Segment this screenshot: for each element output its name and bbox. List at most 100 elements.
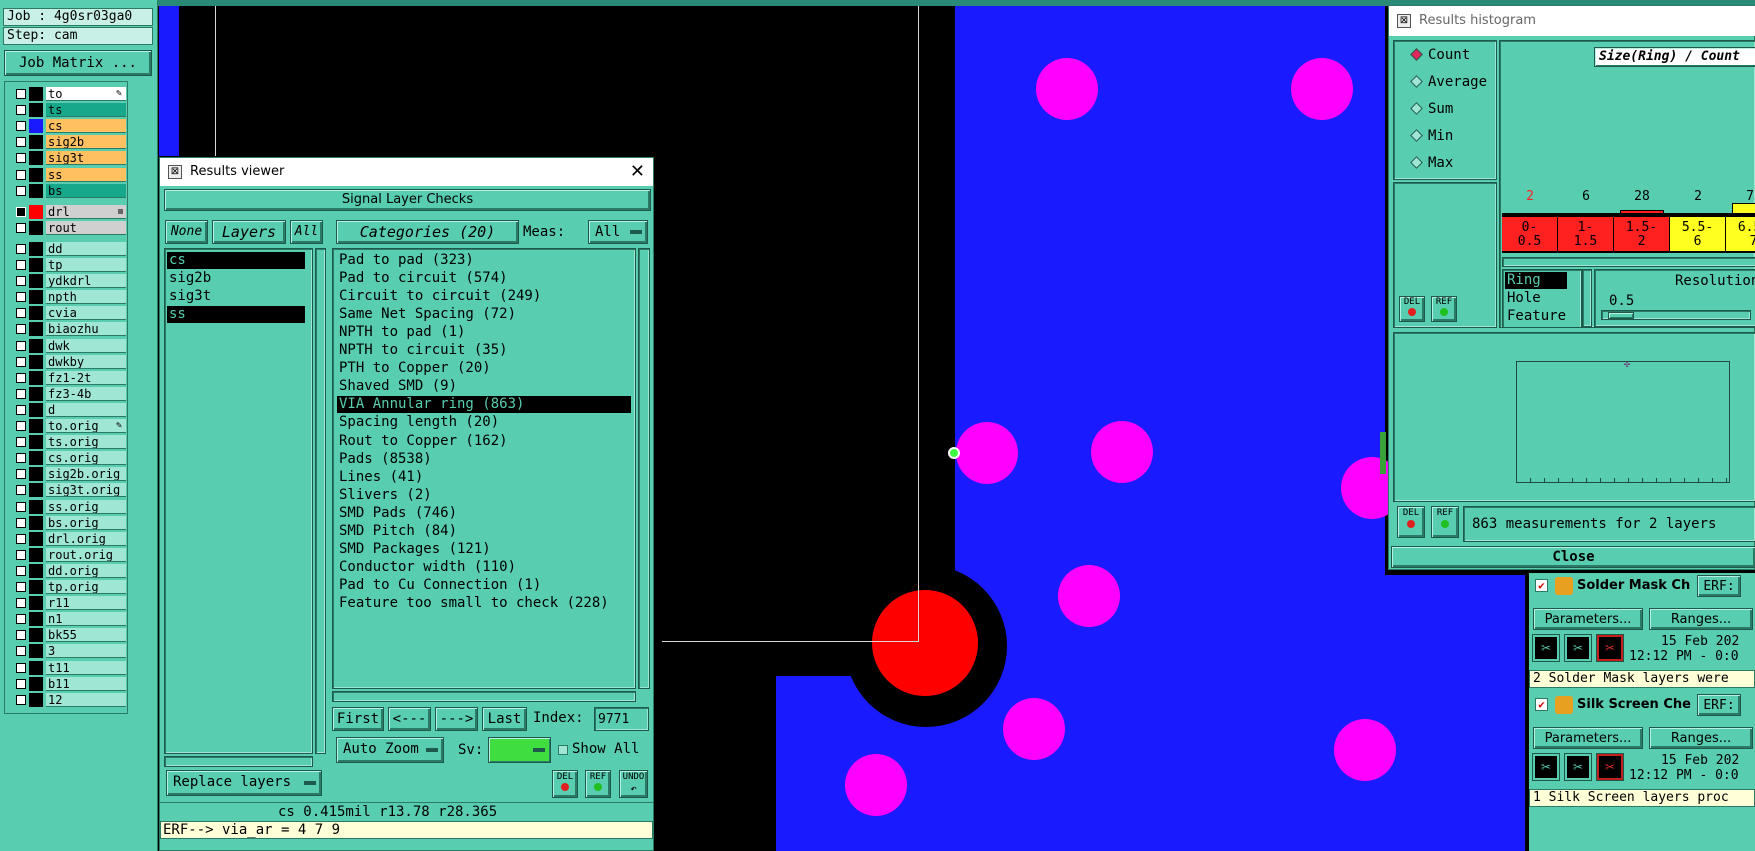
replace-layers-select[interactable]: Replace layers xyxy=(166,770,322,796)
histogram-bin[interactable]: 0- 0.5 xyxy=(1502,215,1558,253)
attribute-scrollbar[interactable] xyxy=(1582,269,1592,327)
layer-row[interactable]: ts xyxy=(14,103,127,118)
none-layers-button[interactable]: None xyxy=(165,220,208,244)
category-item[interactable]: Shaved SMD (9) xyxy=(337,378,631,395)
show-all-checkbox[interactable] xyxy=(558,745,568,755)
layer-checkbox[interactable] xyxy=(16,678,26,689)
layer-checkbox[interactable] xyxy=(16,260,26,270)
category-item[interactable]: Rout to Copper (162) xyxy=(337,433,631,450)
result-layers-list[interactable]: cs sig2b sig3t ss xyxy=(164,248,313,754)
layer-checkbox[interactable] xyxy=(16,153,26,164)
layer-checkbox[interactable] xyxy=(16,137,26,148)
close-button[interactable]: Close xyxy=(1391,546,1755,568)
check-enabled-checkbox[interactable]: ✔ xyxy=(1535,579,1548,592)
category-item[interactable]: Feature too small to check (228) xyxy=(337,595,631,612)
layer-row[interactable]: b11 xyxy=(14,676,127,691)
layer-row[interactable]: tp.orig xyxy=(14,580,127,594)
layer-checkbox[interactable] xyxy=(16,437,26,448)
mode-radio-average[interactable]: Average xyxy=(1408,72,1487,92)
layer-checkbox[interactable] xyxy=(16,372,26,383)
categories-button[interactable]: Categories (20) xyxy=(336,220,519,244)
ranges-button[interactable]: Ranges... xyxy=(1649,727,1753,749)
layer-row[interactable]: dwk xyxy=(14,338,127,353)
layer-checkbox[interactable] xyxy=(16,582,26,592)
layer-checkbox[interactable] xyxy=(16,565,26,576)
first-button[interactable]: First xyxy=(332,707,384,731)
category-item[interactable]: Slivers (2) xyxy=(337,487,631,504)
close-icon[interactable]: ✕ xyxy=(630,158,645,186)
category-item[interactable]: NPTH to circuit (35) xyxy=(337,342,631,359)
ref-button[interactable]: REF xyxy=(585,770,611,798)
check-enabled-checkbox[interactable]: ✔ xyxy=(1535,698,1548,711)
layer-row[interactable]: 3 xyxy=(14,644,127,659)
run-icon[interactable]: ✂ xyxy=(1565,754,1591,780)
layers-scrollbar[interactable] xyxy=(315,248,326,754)
layer-row[interactable]: drl xyxy=(14,204,127,219)
layer-checkbox[interactable] xyxy=(16,485,26,496)
layer-row[interactable]: to ✎ xyxy=(14,87,127,101)
category-item[interactable]: SMD Pads (746) xyxy=(337,505,631,522)
mode-radio-max[interactable]: Max xyxy=(1408,153,1453,173)
layer-row[interactable]: dd xyxy=(14,241,127,256)
attribute-item[interactable]: Ring xyxy=(1505,272,1567,289)
layer-checkbox[interactable] xyxy=(16,276,26,287)
results-viewer-titlebar[interactable]: ⊠ Results viewer ✕ xyxy=(160,158,653,186)
category-item[interactable]: Pad to circuit (574) xyxy=(337,270,631,287)
layer-row[interactable]: cvia xyxy=(14,306,127,321)
layer-row[interactable]: to.orig ✎ xyxy=(14,419,127,433)
histogram-bin[interactable]: 6.5-7 xyxy=(1726,215,1755,253)
preview-del-button[interactable]: DEL xyxy=(1397,506,1425,538)
layer-row[interactable]: tp xyxy=(14,258,127,272)
layer-row[interactable]: npth xyxy=(14,290,127,305)
layer-checkbox[interactable] xyxy=(16,105,26,116)
layer-row[interactable]: rout.orig xyxy=(14,547,127,562)
layer-checkbox[interactable] xyxy=(16,324,26,335)
layer-checkbox[interactable] xyxy=(16,169,26,180)
attribute-list[interactable]: Ring Hole Feature xyxy=(1502,269,1582,327)
job-matrix-button[interactable]: Job Matrix ... xyxy=(4,50,152,76)
layer-row[interactable]: ts.orig xyxy=(14,435,127,450)
layer-row[interactable]: ss xyxy=(14,167,127,182)
layer-checkbox[interactable] xyxy=(16,549,26,560)
result-layer-item[interactable]: sig3t xyxy=(167,288,305,305)
layer-row[interactable]: sig2b.orig xyxy=(14,467,127,482)
layer-row[interactable]: rout xyxy=(14,220,127,235)
category-item[interactable]: Lines (41) xyxy=(337,469,631,486)
layer-row[interactable]: sig3t xyxy=(14,151,127,166)
layer-row[interactable]: dd.orig xyxy=(14,563,127,578)
layer-row[interactable]: 12 xyxy=(14,692,127,707)
category-item[interactable]: Pad to pad (323) xyxy=(337,252,631,269)
category-item[interactable]: NPTH to pad (1) xyxy=(337,324,631,341)
run-icon[interactable]: ✂ xyxy=(1597,754,1623,780)
run-icon[interactable]: ✂ xyxy=(1597,635,1623,661)
mode-radio-count[interactable]: Count xyxy=(1408,45,1470,65)
layer-checkbox[interactable] xyxy=(16,292,26,303)
slider-thumb[interactable] xyxy=(1608,312,1634,319)
layer-row[interactable]: fz3-4b xyxy=(14,386,127,401)
result-marker[interactable] xyxy=(948,447,960,459)
result-layer-item[interactable]: cs xyxy=(167,252,305,269)
run-icon[interactable]: ✂ xyxy=(1565,635,1591,661)
undo-button[interactable]: UNDO ↶ xyxy=(619,770,648,798)
layer-row[interactable]: ss.orig xyxy=(14,499,127,514)
categories-scrollbar[interactable] xyxy=(638,248,650,689)
categories-hscrollbar[interactable] xyxy=(332,691,636,702)
layer-checkbox[interactable] xyxy=(16,388,26,399)
category-item[interactable]: VIA Annular ring (863) xyxy=(337,396,631,414)
mode-radio-min[interactable]: Min xyxy=(1408,126,1453,146)
erf-button[interactable]: ERF: xyxy=(1697,694,1741,716)
category-item[interactable]: Same Net Spacing (72) xyxy=(337,306,631,323)
layer-row[interactable]: r11 xyxy=(14,596,127,611)
preview-ref-button[interactable]: REF xyxy=(1431,506,1459,538)
index-input[interactable] xyxy=(594,707,649,731)
layer-checkbox[interactable] xyxy=(16,89,26,99)
layer-checkbox[interactable] xyxy=(16,340,26,351)
layer-checkbox[interactable] xyxy=(16,206,26,217)
hist-del-button[interactable]: DEL xyxy=(1399,296,1425,322)
layer-checkbox[interactable] xyxy=(16,243,26,254)
layer-row[interactable]: bs xyxy=(14,183,127,198)
layer-checkbox[interactable] xyxy=(16,614,26,625)
layer-checkbox[interactable] xyxy=(16,517,26,528)
layer-checkbox[interactable] xyxy=(16,662,26,673)
category-item[interactable]: SMD Packages (121) xyxy=(337,541,631,558)
